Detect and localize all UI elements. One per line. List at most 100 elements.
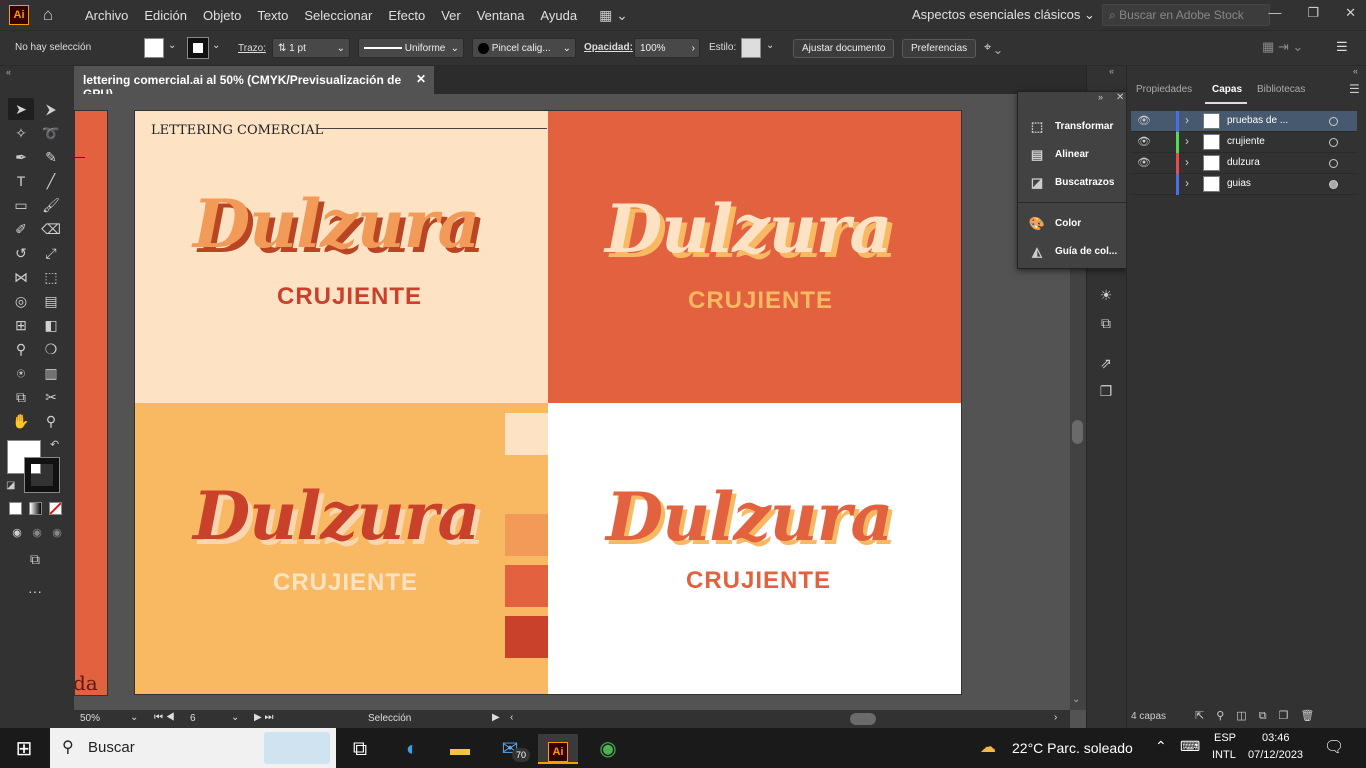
- none-mode-icon[interactable]: [49, 502, 62, 515]
- mail-icon[interactable]: ✉ 70: [490, 734, 530, 764]
- default-colors-icon[interactable]: ◪: [6, 480, 15, 491]
- new-layer-icon[interactable]: ❐: [1279, 710, 1301, 722]
- screen-mode-icon[interactable]: ⧉: [22, 548, 48, 570]
- language-primary[interactable]: ESP: [1214, 732, 1236, 744]
- arrange-documents-icon[interactable]: ▦ ⌄: [599, 7, 628, 24]
- color-mode-icon[interactable]: [9, 502, 22, 515]
- close-tab-icon[interactable]: ✕: [416, 72, 426, 86]
- chrome-icon[interactable]: ◉: [588, 734, 628, 764]
- paintbrush-tool-icon[interactable]: 🖌: [38, 194, 64, 216]
- graph-tool-icon[interactable]: ▥: [38, 362, 64, 384]
- fill-dropdown-icon[interactable]: ⌄: [168, 40, 176, 51]
- swap-colors-icon[interactable]: ↶: [50, 438, 59, 451]
- menu-texto[interactable]: Texto: [249, 8, 296, 23]
- menu-efecto[interactable]: Efecto: [380, 8, 433, 23]
- export-icon[interactable]: ⇗: [1093, 352, 1119, 374]
- layer-row[interactable]: 👁 › crujiente: [1131, 132, 1357, 153]
- target-icon[interactable]: [1329, 117, 1338, 126]
- artboard-white[interactable]: Dulzura Dulzura CRUJIENTE: [548, 403, 962, 695]
- transformar-item[interactable]: ⬚ Transformar: [1018, 115, 1128, 139]
- menu-ver[interactable]: Ver: [433, 8, 469, 23]
- language-secondary[interactable]: INTL: [1212, 749, 1236, 761]
- ajustar-documento-button[interactable]: Ajustar documento: [793, 39, 895, 58]
- scale-tool-icon[interactable]: ⤢: [38, 242, 64, 264]
- perspective-grid-tool-icon[interactable]: ▤: [38, 290, 64, 312]
- layer-row[interactable]: 👁 › guias: [1131, 174, 1357, 195]
- scroll-right-icon[interactable]: ›: [1054, 712, 1057, 723]
- file-explorer-icon[interactable]: ▬: [440, 734, 480, 764]
- symbol-sprayer-tool-icon[interactable]: ⍟: [8, 362, 34, 384]
- delete-layer-icon[interactable]: 🗑: [1300, 710, 1326, 722]
- expand-arrow-icon[interactable]: ›: [1185, 176, 1189, 190]
- zoom-tool-icon[interactable]: ⚲: [38, 410, 64, 432]
- artboard-orange[interactable]: Dulzura Dulzura CRUJIENTE: [134, 403, 548, 695]
- menu-edicion[interactable]: Edición: [136, 8, 195, 23]
- stroke-weight-field[interactable]: ⇅ 1 pt ⌄: [272, 38, 350, 58]
- color-item[interactable]: 🎨 Color: [1018, 212, 1128, 236]
- buscatrazos-item[interactable]: ◪ Buscatrazos: [1018, 171, 1128, 195]
- more-tools-icon[interactable]: ···: [22, 580, 48, 602]
- menu-archivo[interactable]: Archivo: [77, 8, 136, 23]
- expand-arrow-icon[interactable]: ›: [1185, 134, 1189, 148]
- artboard-number[interactable]: 6: [190, 713, 196, 724]
- stroke-profile-dropdown[interactable]: Uniforme ⌄: [358, 38, 464, 58]
- first-artboard-icon[interactable]: ⏮ ◀: [154, 712, 175, 723]
- fill-swatch[interactable]: [144, 38, 164, 58]
- target-icon[interactable]: [1329, 138, 1338, 147]
- gradient-tool-icon[interactable]: ◧: [38, 314, 64, 336]
- layer-name[interactable]: crujiente: [1227, 136, 1265, 147]
- next-artboard-icon[interactable]: ▶ ⏭: [254, 712, 273, 723]
- mesh-tool-icon[interactable]: ⊞: [8, 314, 34, 336]
- artboard-dropdown-icon[interactable]: ⌄: [231, 712, 239, 723]
- status-menu-icon[interactable]: ▶: [492, 712, 500, 723]
- tab-bibliotecas[interactable]: Bibliotecas: [1257, 84, 1305, 95]
- new-sublayer-icon[interactable]: ⧉: [1259, 710, 1279, 722]
- rectangle-tool-icon[interactable]: ▭: [8, 194, 34, 216]
- partial-artboard[interactable]: da: [74, 110, 108, 696]
- tab-capas[interactable]: Capas: [1212, 84, 1242, 95]
- expand-icon[interactable]: »: [1098, 92, 1103, 102]
- taskbar-search[interactable]: ⚲ Buscar: [50, 728, 336, 768]
- stroke-swatch[interactable]: [187, 37, 209, 59]
- eye-icon[interactable]: 👁: [1137, 156, 1151, 169]
- target-icon[interactable]: [1329, 159, 1338, 168]
- shape-builder-tool-icon[interactable]: ◎: [8, 290, 34, 312]
- collapse-icon[interactable]: «: [6, 67, 11, 77]
- shaper-tool-icon[interactable]: ✐: [8, 218, 34, 240]
- app-logo[interactable]: Ai: [9, 5, 29, 25]
- close-window-icon[interactable]: ✕: [1345, 5, 1356, 21]
- canvas[interactable]: da LETTERING COMERCIAL Dulzura Dulzura C…: [74, 94, 1070, 710]
- palette-swatch-orange[interactable]: [505, 465, 548, 507]
- task-view-icon[interactable]: ⧉: [340, 734, 380, 764]
- home-icon[interactable]: ⌂: [37, 5, 59, 25]
- zoom-level[interactable]: 50%: [80, 713, 100, 724]
- stroke-dropdown-icon[interactable]: ⌄: [212, 40, 220, 51]
- layer-name[interactable]: pruebas de ...: [1227, 115, 1288, 126]
- target-icon[interactable]: [1329, 180, 1338, 189]
- opacity-label[interactable]: Opacidad:: [584, 42, 633, 53]
- locate-object-icon[interactable]: ⇱: [1195, 710, 1216, 722]
- stroke-color-box[interactable]: [24, 457, 60, 493]
- expand-arrow-icon[interactable]: ›: [1185, 113, 1189, 127]
- zoom-dropdown-icon[interactable]: ⌄: [130, 712, 138, 723]
- close-icon[interactable]: ✕: [1116, 92, 1124, 103]
- clock-date[interactable]: 07/12/2023: [1248, 749, 1303, 761]
- slice-tool-icon[interactable]: ✂: [38, 386, 64, 408]
- alinear-item[interactable]: ▤ Alinear: [1018, 143, 1128, 167]
- palette-swatch-light-coral[interactable]: [505, 514, 548, 556]
- style-swatch[interactable]: [741, 38, 761, 58]
- artboard-peach[interactable]: LETTERING COMERCIAL Dulzura Dulzura CRUJ…: [134, 110, 548, 403]
- workspace-switcher[interactable]: Aspectos esenciales clásicos ⌄: [912, 7, 1095, 23]
- illustrator-taskbar-icon[interactable]: Ai: [538, 734, 578, 764]
- menu-ventana[interactable]: Ventana: [469, 8, 533, 23]
- weather-icon[interactable]: ☁: [980, 737, 996, 757]
- show-hidden-icons[interactable]: ⌃: [1155, 738, 1167, 755]
- rotate-tool-icon[interactable]: ↺: [8, 242, 34, 264]
- style-dropdown-icon[interactable]: ⌄: [766, 40, 774, 51]
- notification-icon[interactable]: 🗨: [1324, 737, 1344, 757]
- preferencias-button[interactable]: Preferencias: [902, 39, 977, 58]
- edge-browser-icon[interactable]: ◐: [392, 734, 432, 764]
- menu-seleccionar[interactable]: Seleccionar: [296, 8, 380, 23]
- curvature-tool-icon[interactable]: ✎: [38, 146, 64, 168]
- gradient-mode-icon[interactable]: [29, 502, 42, 515]
